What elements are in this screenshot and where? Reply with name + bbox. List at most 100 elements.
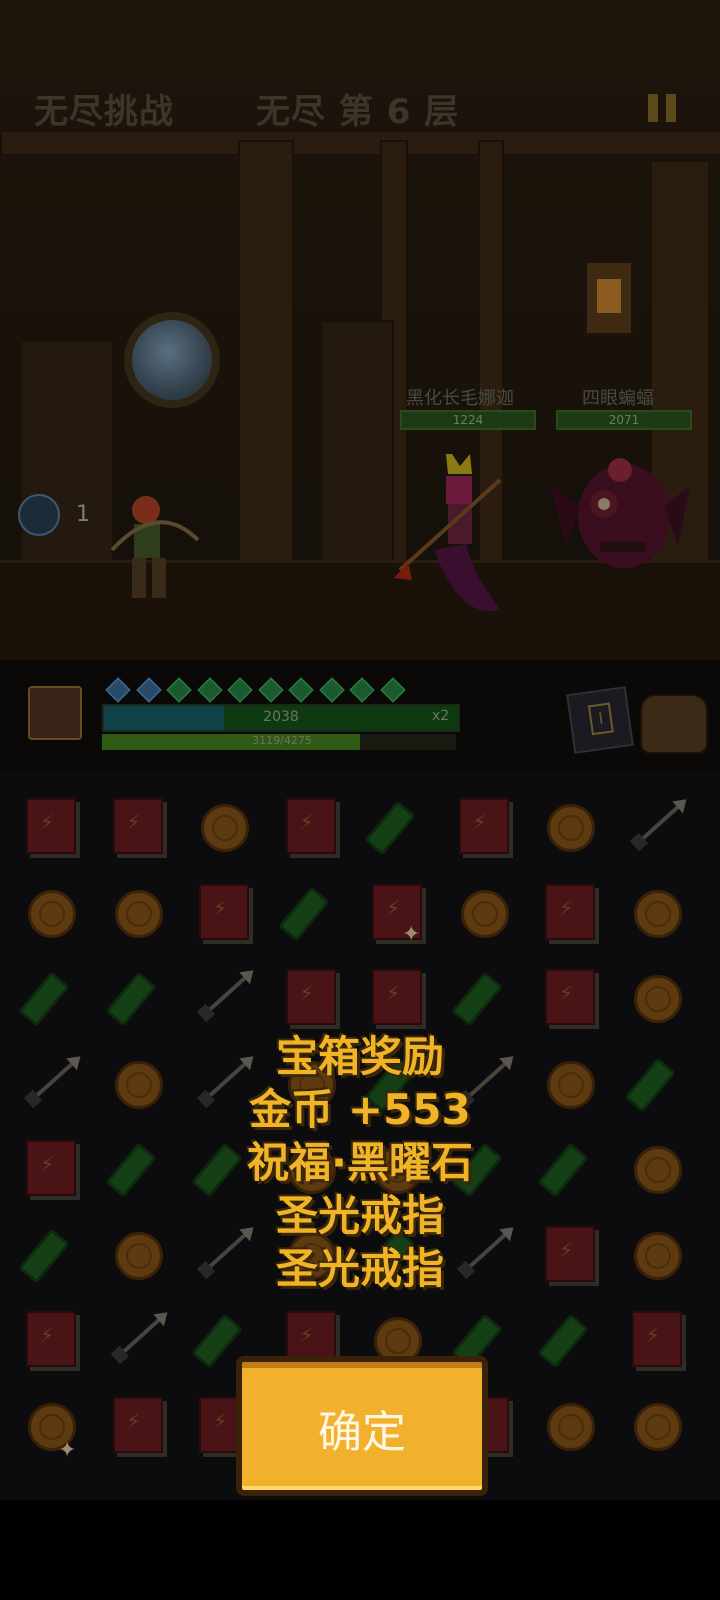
coin-tile[interactable] [612,868,696,952]
mode-label: 无尽挑战 [34,92,174,132]
arrow-icon [201,972,251,1018]
arrow-tile[interactable] [612,782,696,866]
exp-bar-track: 3119/4275 [102,734,456,750]
potion-icon [18,971,70,1027]
coin-tile[interactable] [179,782,263,866]
enemy-hp-bar: 2071 [556,410,692,430]
four-eyed-bat-enemy-sprite[interactable] [540,446,700,596]
book-tile[interactable] [525,868,609,952]
book-icon [285,798,336,854]
book-tile[interactable] [6,782,90,866]
potion-tile[interactable] [439,953,523,1037]
buff-arrows-icon[interactable] [18,494,60,536]
reward-line: 祝福·黑曜石 [247,1138,473,1187]
damage-multiplier: x2 [432,708,450,724]
coin-icon [633,975,682,1023]
reward-dialog: 宝箱奖励 金币 +553 祝福·黑曜石 圣光戒指 圣光戒指 [0,1030,720,1295]
hp-bar-track: 2038 [102,704,460,732]
coin-icon [114,889,163,938]
reward-line: 金币 +553 [249,1085,471,1134]
bag-icon[interactable] [640,694,708,754]
coin-tile[interactable] [6,1381,90,1465]
book-tile[interactable] [266,953,350,1037]
potion-tile[interactable] [525,1295,609,1379]
book-tile[interactable] [525,953,609,1037]
book-tile[interactable] [612,1295,696,1379]
coin-icon [633,889,682,938]
floor-prefix: 无尽 第 [256,92,374,132]
battle-scene: 无尽挑战 无尽 第 6 层 1 黑化长毛娜迦 1224 四眼蝙蝠 2071 [0,0,720,660]
exp-text: 3119/4275 [252,734,312,747]
coin-tile[interactable] [439,868,523,952]
spellbook-icon[interactable]: I [566,686,634,754]
archer-player-sprite [110,496,200,598]
potion-tile[interactable] [93,953,177,1037]
arrow-tile[interactable] [93,1295,177,1379]
lantern-icon [584,260,634,336]
potion-icon [450,971,503,1027]
book-icon [112,1396,163,1453]
sparkle-effect: ✦ [402,922,421,947]
confirm-label: 确定 [318,1407,406,1458]
ceiling-beam [0,130,720,156]
coin-tile[interactable] [93,868,177,952]
potion-tile[interactable] [352,782,436,866]
book-icon [26,798,76,854]
sparkle-effect: ✦ [58,1438,77,1463]
book-icon [545,969,595,1025]
potion-tile[interactable] [266,868,350,952]
floor-indicator: 无尽 第 6 层 [256,84,459,133]
reward-line: 圣光戒指 [275,1244,444,1293]
arrow-icon [115,1314,164,1360]
book-tile[interactable] [439,782,523,866]
book-tile[interactable] [352,953,436,1037]
book-icon [458,798,509,854]
confirm-button[interactable]: 确定 [236,1356,488,1496]
coin-icon [201,804,249,852]
enemy-name: 四眼蝙蝠 [582,388,654,409]
coin-icon [633,1402,682,1451]
book-icon [199,883,249,940]
wooden-pillar [238,140,294,584]
enemy-name: 黑化长毛娜迦 [406,388,514,409]
reward-line: 圣光戒指 [275,1191,444,1240]
book-icon [26,1311,76,1367]
book-tile[interactable] [352,868,436,952]
coin-tile[interactable] [612,953,696,1037]
coin-icon [460,889,509,938]
hp-text: 2038 [263,709,299,725]
book-icon [545,883,595,940]
arrow-tile[interactable] [179,953,263,1037]
book-icon [285,969,336,1025]
coin-icon [28,889,76,938]
naga-enemy-sprite[interactable] [390,450,520,620]
coin-tile[interactable] [6,868,90,952]
coin-tile[interactable] [525,1381,609,1465]
floor-number: 6 [386,92,412,132]
potion-icon [364,800,416,856]
book-tile[interactable] [6,1295,90,1379]
pause-icon[interactable] [648,94,678,122]
floor-suffix: 层 [424,92,460,132]
potion-icon [104,971,157,1027]
potion-icon [537,1313,589,1369]
book-tile[interactable] [93,1381,177,1465]
porthole-window [124,312,220,408]
coin-icon [547,1402,595,1451]
player-avatar[interactable] [28,686,82,740]
potion-tile[interactable] [6,953,90,1037]
buff-count: 1 [76,502,90,527]
potion-icon [277,885,330,942]
barrel [320,320,394,564]
book-icon [372,969,422,1025]
enemy-hp-bar: 1224 [400,410,536,430]
book-tile[interactable] [179,868,263,952]
book-icon [112,798,163,854]
book-icon [631,1311,682,1367]
potion-icon [191,1313,243,1369]
coin-tile[interactable] [612,1381,696,1465]
book-tile[interactable] [266,782,350,866]
book-tile[interactable] [93,782,177,866]
coin-tile[interactable] [525,782,609,866]
reward-title: 宝箱奖励 [275,1032,444,1081]
